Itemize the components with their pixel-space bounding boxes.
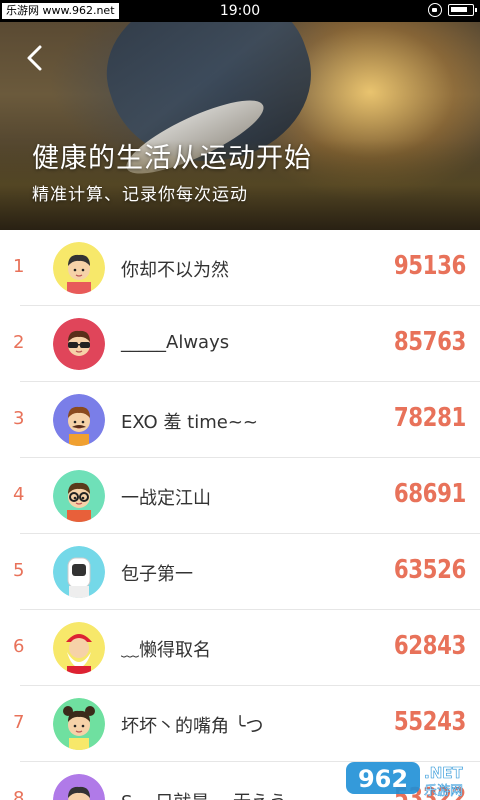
site-watermark-logo: 962 .NET 乐游网 bbox=[346, 762, 464, 798]
rank-number: 3 bbox=[13, 408, 25, 429]
rank-number: 5 bbox=[13, 560, 25, 581]
step-score: 62843 bbox=[393, 631, 467, 661]
step-score: 78281 bbox=[393, 403, 467, 433]
user-name: EXO 羞 time~~ bbox=[121, 412, 258, 433]
girl-sunglasses-avatar-icon[interactable] bbox=[53, 318, 105, 370]
ranking-row[interactable]: 5 包子第一 63526 bbox=[0, 534, 480, 610]
ranking-row[interactable]: 3 EXO 羞 time~~ 78281 bbox=[0, 382, 480, 458]
glasses-boy-avatar-icon[interactable] bbox=[53, 470, 105, 522]
user-name: _____Always bbox=[121, 332, 230, 353]
step-score: 68691 bbox=[393, 479, 467, 509]
user-name: 一战定江山 bbox=[121, 488, 211, 509]
rank-number: 4 bbox=[13, 484, 25, 505]
page-subtitle: 精准计算、记录你每次运动 bbox=[32, 185, 248, 205]
user-name: 包子第一 bbox=[121, 564, 193, 585]
rank-number: 8 bbox=[13, 788, 25, 800]
ranking-list: 1 你却不以为然 95136 2 _____Always 85763 3 EXO 羞 t… bbox=[0, 230, 480, 800]
rank-number: 2 bbox=[13, 332, 25, 353]
svg-text:.NET: .NET bbox=[424, 764, 463, 782]
bun-girl-avatar-icon[interactable] bbox=[53, 698, 105, 750]
boy-avatar-icon[interactable] bbox=[53, 774, 105, 800]
rotation-lock-icon bbox=[428, 3, 442, 17]
ranking-row[interactable]: 6 ﹏懒得取名 62843 bbox=[0, 610, 480, 686]
rank-number: 1 bbox=[13, 256, 25, 277]
step-score: 63526 bbox=[393, 555, 467, 585]
santa-avatar-icon[interactable] bbox=[53, 622, 105, 674]
ranking-row[interactable]: 2 _____Always 85763 bbox=[0, 306, 480, 382]
step-score: 95136 bbox=[393, 251, 467, 281]
status-time: 19:00 bbox=[219, 3, 261, 19]
boy-avatar-icon[interactable] bbox=[53, 242, 105, 294]
user-name: 坏坏丶的嘴角 ╰つ bbox=[121, 716, 264, 737]
astronaut-avatar-icon[interactable] bbox=[53, 546, 105, 598]
back-button[interactable] bbox=[20, 42, 52, 74]
battery-icon bbox=[448, 4, 477, 16]
svg-text:乐游网: 乐游网 bbox=[424, 784, 463, 798]
user-name: S... 只就是 一无えう bbox=[121, 788, 287, 800]
ranking-row[interactable]: 7 坏坏丶的嘴角 ╰つ 55243 bbox=[0, 686, 480, 762]
mustache-man-avatar-icon[interactable] bbox=[53, 394, 105, 446]
rank-number: 7 bbox=[13, 712, 25, 733]
ranking-row[interactable]: 1 你却不以为然 95136 bbox=[0, 230, 480, 306]
user-name: 你却不以为然 bbox=[121, 260, 229, 281]
chevron-left-icon bbox=[27, 45, 42, 71]
hero-banner: 健康的生活从运动开始 精准计算、记录你每次运动 bbox=[0, 22, 480, 230]
step-score: 55243 bbox=[393, 707, 467, 737]
page-title: 健康的生活从运动开始 bbox=[32, 143, 312, 174]
status-bar: 乐游网 www.962.net 19:00 bbox=[0, 0, 480, 22]
ranking-row[interactable]: 4 一战定江山 68691 bbox=[0, 458, 480, 534]
svg-text:962: 962 bbox=[358, 765, 408, 793]
step-score: 85763 bbox=[393, 327, 467, 357]
rank-number: 6 bbox=[13, 636, 25, 657]
user-name: ﹏懒得取名 bbox=[121, 640, 211, 661]
